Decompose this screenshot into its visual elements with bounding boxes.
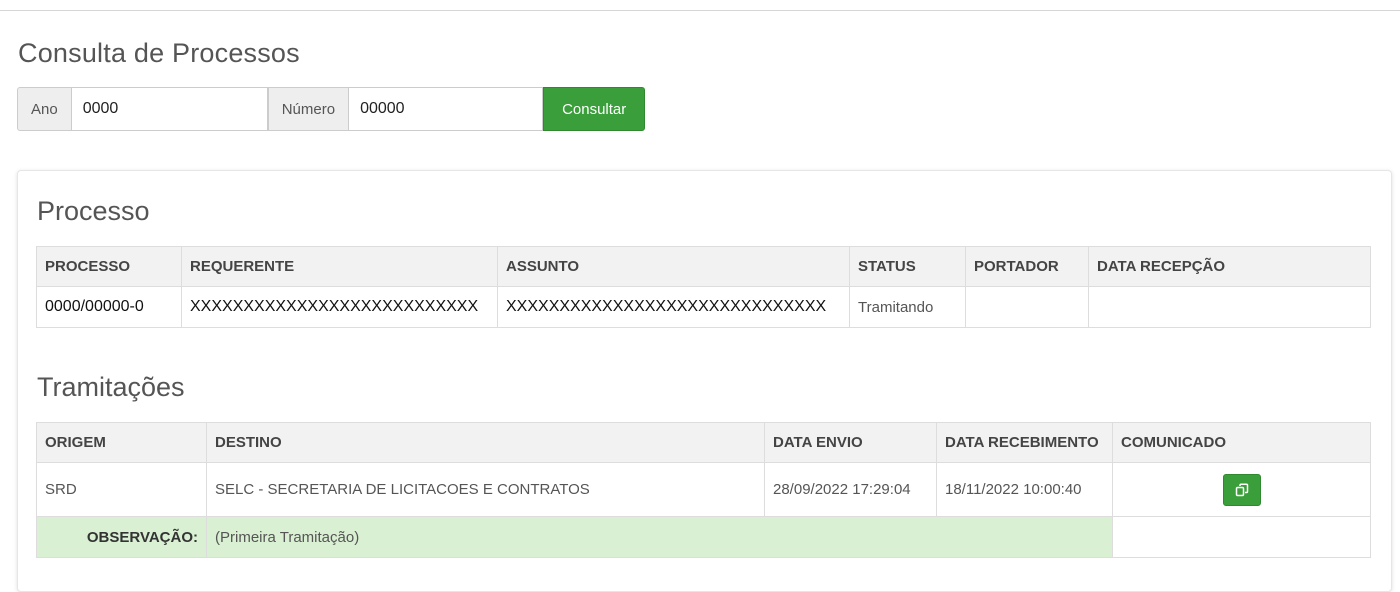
column-header-processo: PROCESSO [36, 246, 182, 287]
cell-status: Tramitando [849, 286, 966, 328]
cell-origem: SRD [36, 462, 207, 517]
observacao-row: OBSERVAÇÃO: (Primeira Tramitação) [36, 516, 1371, 558]
cell-data-envio: 28/09/2022 17:29:04 [764, 462, 937, 517]
processo-section-title: Processo [37, 196, 150, 226]
tramitacoes-section-title: Tramitações [37, 372, 185, 402]
column-header-data-envio: DATA ENVIO [764, 422, 937, 463]
column-header-requerente: REQUERENTE [181, 246, 498, 287]
top-divider [0, 10, 1400, 11]
cell-destino: SELC - SECRETARIA DE LICITACOES E CONTRA… [206, 462, 765, 517]
column-header-data-recebimento: DATA RECEBIMENTO [936, 422, 1113, 463]
tramitacoes-table: ORIGEM DESTINO DATA ENVIO DATA RECEBIMEN… [36, 422, 1371, 558]
column-header-status: STATUS [849, 246, 966, 287]
column-header-data-recepcao: DATA RECEPÇÃO [1088, 246, 1371, 287]
cell-processo: 0000/00000-0 [36, 286, 182, 328]
table-row: 0000/00000-0 XXXXXXXXXXXXXXXXXXXXXXXXXXX… [36, 286, 1371, 328]
search-form: Ano Número Consultar [17, 87, 646, 131]
column-header-assunto: ASSUNTO [497, 246, 850, 287]
observacao-empty-cell [1112, 516, 1371, 558]
copy-icon [1235, 482, 1248, 496]
numero-label: Número [267, 87, 350, 131]
ano-field-wrapper [71, 87, 268, 131]
column-header-portador: PORTADOR [965, 246, 1089, 287]
comunicado-button[interactable] [1222, 473, 1261, 506]
numero-input[interactable] [360, 100, 532, 118]
numero-field-wrapper [349, 87, 544, 131]
cell-data-recebimento: 18/11/2022 10:00:40 [936, 462, 1113, 517]
ano-label: Ano [17, 87, 72, 131]
cell-requerente: XXXXXXXXXXXXXXXXXXXXXXXXXXX [181, 286, 498, 328]
table-row: SRD SELC - SECRETARIA DE LICITACOES E CO… [36, 462, 1371, 517]
observacao-text: (Primeira Tramitação) [206, 516, 1113, 558]
cell-portador [965, 286, 1089, 328]
column-header-origem: ORIGEM [36, 422, 207, 463]
column-header-destino: DESTINO [206, 422, 765, 463]
consultar-button[interactable]: Consultar [543, 87, 646, 131]
tramitacoes-header-row: ORIGEM DESTINO DATA ENVIO DATA RECEBIMEN… [36, 422, 1371, 463]
page-title: Consulta de Processos [18, 38, 300, 68]
processo-table: PROCESSO REQUERENTE ASSUNTO STATUS PORTA… [36, 246, 1371, 328]
column-header-comunicado: COMUNICADO [1112, 422, 1371, 463]
processo-header-row: PROCESSO REQUERENTE ASSUNTO STATUS PORTA… [36, 246, 1371, 287]
ano-input[interactable] [82, 100, 256, 118]
cell-assunto: XXXXXXXXXXXXXXXXXXXXXXXXXXXXXX [497, 286, 850, 328]
observacao-label: OBSERVAÇÃO: [36, 516, 207, 558]
cell-data-recepcao [1088, 286, 1371, 328]
cell-comunicado [1112, 462, 1371, 517]
